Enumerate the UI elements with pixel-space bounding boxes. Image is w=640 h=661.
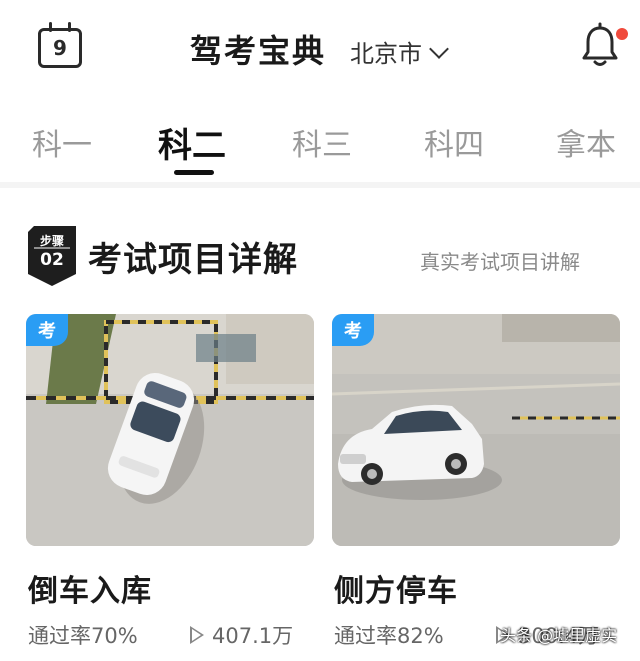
play-icon xyxy=(190,626,204,644)
city-selector[interactable]: 北京市 xyxy=(350,34,449,69)
calendar-day: 9 xyxy=(53,36,67,60)
view-count: 407.1万 xyxy=(190,620,293,650)
exam-badge: 考 xyxy=(332,314,374,346)
card-title: 侧方停车 xyxy=(334,574,458,609)
bell-icon[interactable] xyxy=(578,22,622,70)
tab-subject-4[interactable]: 科四 xyxy=(424,120,484,164)
pass-rate: 通过率70% xyxy=(28,624,138,648)
calendar-icon[interactable]: 9 xyxy=(38,22,82,68)
card-title: 倒车入库 xyxy=(28,574,152,609)
reverse-parking-scene xyxy=(26,314,314,546)
watermark: 头条 @墟里虚实 xyxy=(500,626,618,645)
tab-subject-2[interactable]: 科二 xyxy=(158,118,226,167)
parallel-parking-scene xyxy=(332,314,620,546)
exam-badge: 考 xyxy=(26,314,68,346)
pass-rate: 通过率82% xyxy=(334,624,444,648)
divider xyxy=(0,182,640,188)
subject-tabs: 科一 科二 科三 科四 拿本 xyxy=(0,110,640,180)
app-title: 驾考宝典 xyxy=(190,32,327,70)
step-badge: 步骤 02 xyxy=(28,226,76,286)
tab-subject-3[interactable]: 科三 xyxy=(292,120,352,164)
notification-dot xyxy=(616,28,628,40)
video-thumbnail[interactable]: 考 xyxy=(26,314,314,546)
exam-item-card[interactable]: 考 侧方停车 通过率82% 300.4万 xyxy=(332,314,620,648)
active-tab-indicator xyxy=(174,170,214,175)
step-number: 02 xyxy=(40,250,64,270)
view-count-value: 407.1万 xyxy=(212,624,294,648)
video-thumbnail[interactable]: 考 xyxy=(332,314,620,546)
section-link[interactable]: 真实考试项目讲解 xyxy=(420,246,580,275)
exam-item-card[interactable]: 考 倒车入库 通过率70% 407.1万 xyxy=(26,314,314,648)
tab-get-license[interactable]: 拿本 xyxy=(556,120,616,164)
chevron-down-icon xyxy=(429,38,449,59)
top-header: 9 驾考宝典 北京市 xyxy=(0,0,640,96)
tab-subject-1[interactable]: 科一 xyxy=(32,120,92,164)
step-label: 步骤 xyxy=(39,234,64,248)
section-title: 考试项目详解 xyxy=(88,240,298,280)
city-label: 北京市 xyxy=(350,40,422,68)
